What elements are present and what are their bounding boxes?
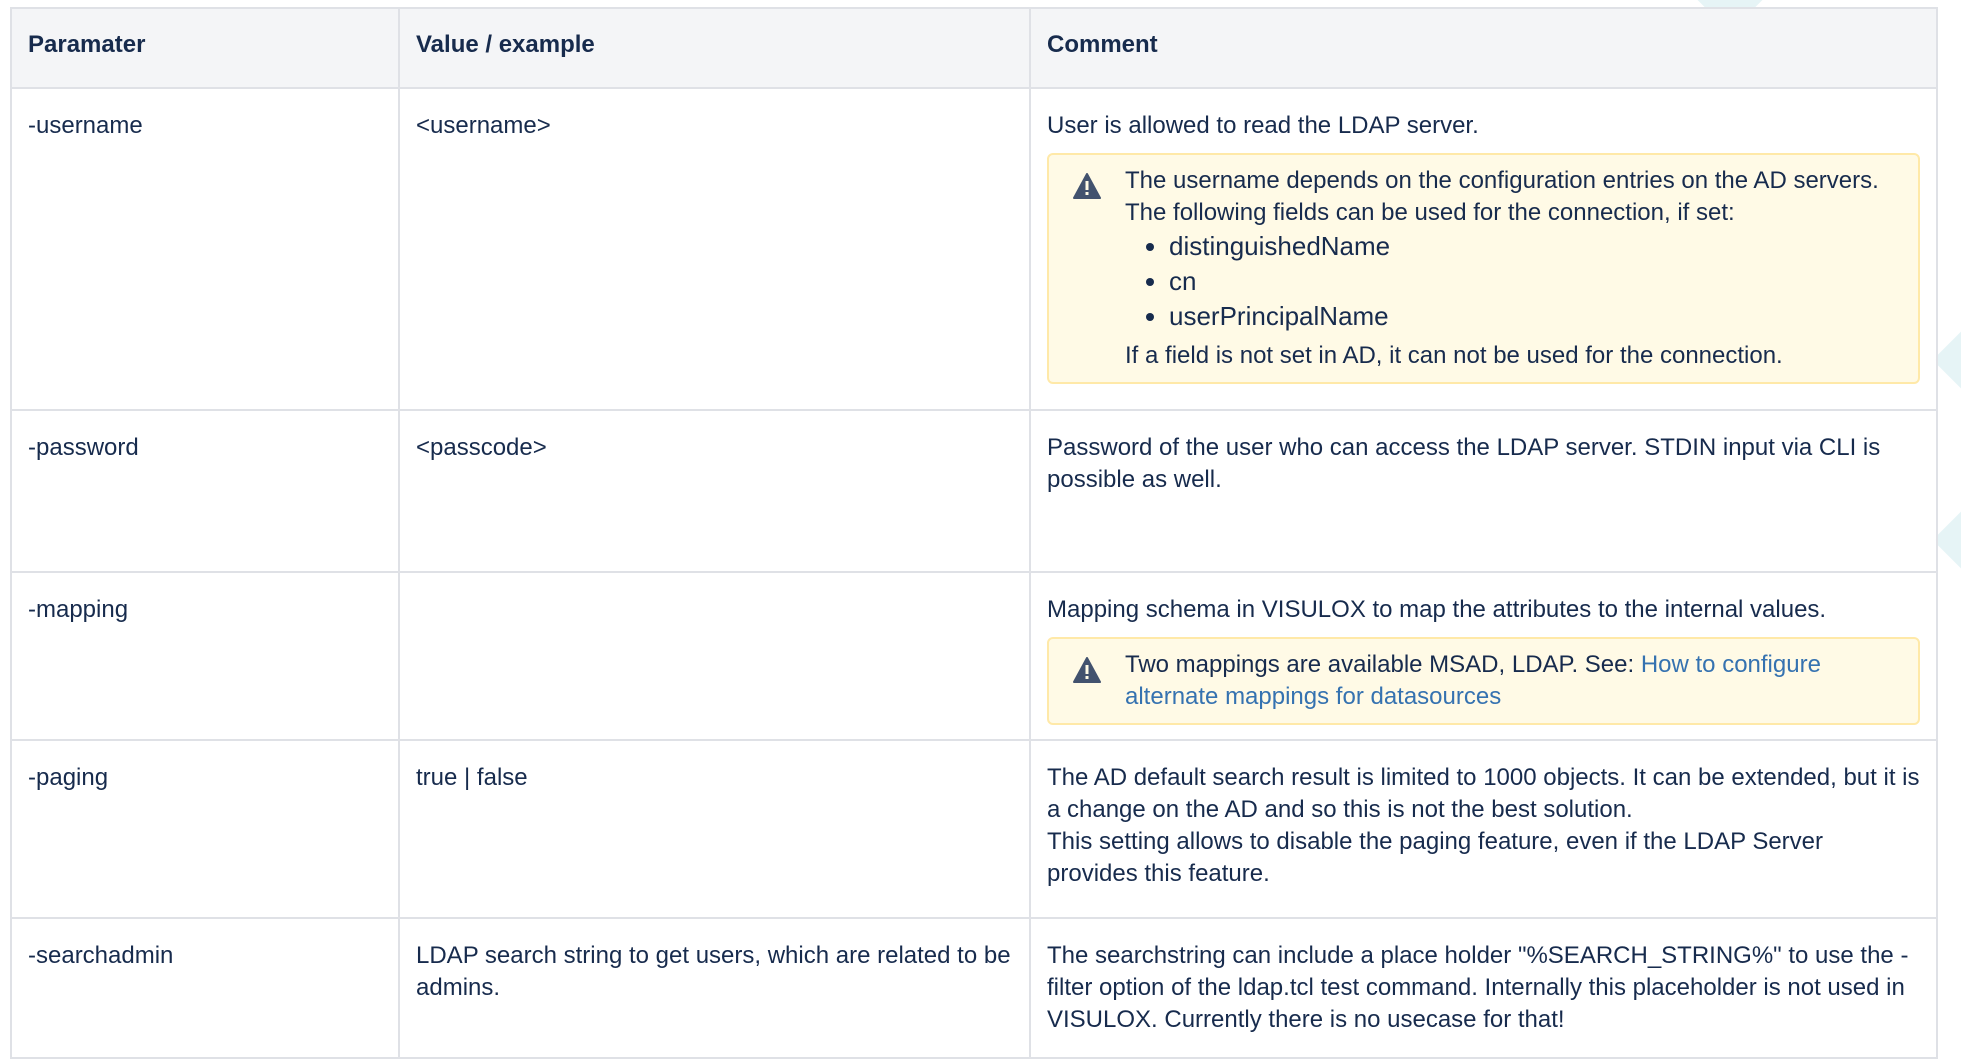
table-row: -paging true | false The AD default sear… xyxy=(10,739,1938,919)
column-header-comment: Comment xyxy=(1029,7,1938,89)
page: Paramater Value / example Comment -usern… xyxy=(0,0,1961,1060)
warning-panel: The username depends on the configuratio… xyxy=(1047,153,1920,384)
value-cell: <passcode> xyxy=(398,409,1031,573)
comment-text: User is allowed to read the LDAP server. xyxy=(1047,112,1479,139)
warning-line-2: The following fields can be used for the… xyxy=(1125,199,1735,226)
table-row: -username <username> User is allowed to … xyxy=(10,87,1938,411)
param-cell: -paging xyxy=(10,739,400,919)
comment-cell: Password of the user who can access the … xyxy=(1029,409,1938,573)
warning-line-1: The username depends on the configuratio… xyxy=(1125,167,1879,194)
list-item: cn xyxy=(1169,264,1902,299)
comment-cell: Mapping schema in VISULOX to map the att… xyxy=(1029,571,1938,741)
column-header-parameter: Paramater xyxy=(10,7,400,89)
table-header-row: Paramater Value / example Comment xyxy=(10,7,1938,89)
comment-cell: The searchstring can include a place hol… xyxy=(1029,917,1938,1059)
comment-cell: User is allowed to read the LDAP server.… xyxy=(1029,87,1938,411)
column-header-value: Value / example xyxy=(398,7,1031,89)
warning-field-list: distinguishedName cn userPrincipalName xyxy=(1125,229,1902,334)
table-row: -searchadmin LDAP search string to get u… xyxy=(10,917,1938,1059)
warning-icon xyxy=(1073,173,1101,199)
table-row: -mapping Mapping schema in VISULOX to ma… xyxy=(10,571,1938,741)
value-cell xyxy=(398,571,1031,741)
param-cell: -mapping xyxy=(10,571,400,741)
param-cell: -searchadmin xyxy=(10,917,400,1059)
comment-text: This setting allows to disable the pagin… xyxy=(1047,828,1824,887)
warning-text: Two mappings are available MSAD, LDAP. S… xyxy=(1125,651,1641,678)
comment-text: Mapping schema in VISULOX to map the att… xyxy=(1047,596,1827,623)
list-item: userPrincipalName xyxy=(1169,299,1902,334)
warning-icon xyxy=(1073,657,1101,683)
comment-cell: The AD default search result is limited … xyxy=(1029,739,1938,919)
value-cell: LDAP search string to get users, which a… xyxy=(398,917,1031,1059)
value-cell: true | false xyxy=(398,739,1031,919)
list-item: distinguishedName xyxy=(1169,229,1902,264)
parameter-table: Paramater Value / example Comment -usern… xyxy=(10,7,1938,1059)
comment-text: The AD default search result is limited … xyxy=(1047,764,1920,823)
value-cell: <username> xyxy=(398,87,1031,411)
warning-panel: Two mappings are available MSAD, LDAP. S… xyxy=(1047,637,1920,725)
param-cell: -username xyxy=(10,87,400,411)
table-row: -password <passcode> Password of the use… xyxy=(10,409,1938,573)
param-cell: -password xyxy=(10,409,400,573)
warning-footnote: If a field is not set in AD, it can not … xyxy=(1125,342,1783,369)
